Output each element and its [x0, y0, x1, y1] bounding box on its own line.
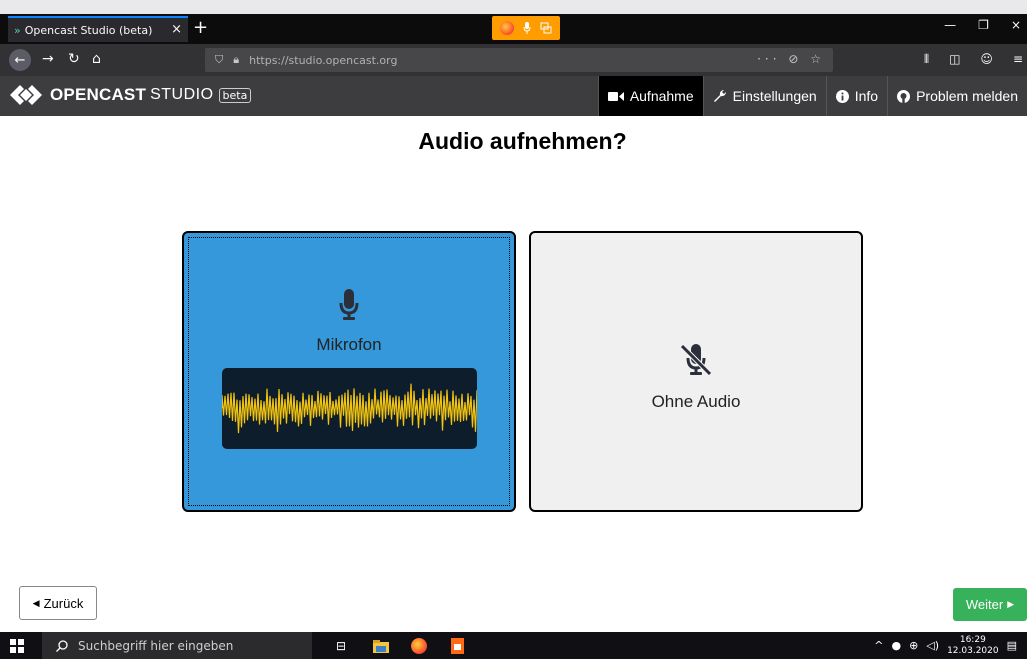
nav-problem-melden-label: Problem melden: [916, 88, 1018, 104]
app-header: OPENCAST STUDIO beta Aufnahme Einstellun…: [0, 76, 1027, 116]
page-title: Audio aufnehmen?: [418, 128, 627, 154]
tab-opencast-studio[interactable]: » Opencast Studio (beta) ×: [8, 16, 188, 42]
library-icon[interactable]: ⫴: [924, 52, 929, 67]
home-icon[interactable]: ⌂: [92, 51, 101, 67]
search-icon: [56, 639, 68, 652]
microphone-slash-icon: [680, 343, 712, 376]
next-button-label: Weiter: [965, 597, 1004, 612]
minimize-button[interactable]: —: [944, 18, 956, 32]
page-actions[interactable]: ··· ⊘ ☆: [757, 52, 825, 66]
wrench-icon: [713, 89, 726, 102]
document-app-icon[interactable]: [448, 637, 466, 655]
nav-einstellungen-label: Einstellungen: [732, 88, 817, 104]
nav-info[interactable]: Info: [825, 76, 887, 116]
menu-icon[interactable]: ≡: [1013, 52, 1023, 67]
network-icon[interactable]: ⊕: [909, 639, 918, 652]
windows-taskbar: Suchbegriff hier eingeben ⊟ ^ ● ⊕ ◁) 16:…: [0, 632, 1027, 659]
main-content: Audio aufnehmen? Mikrofon Ohne Audio ◀ Z…: [0, 116, 1027, 632]
system-tray: ^ ● ⊕ ◁) 16:29 12.03.2020 ▤: [874, 632, 1017, 659]
new-tab-button[interactable]: +: [193, 17, 208, 38]
nav-aufnahme-label: Aufnahme: [629, 88, 694, 104]
close-window-button[interactable]: ×: [1011, 18, 1021, 32]
github-icon: [897, 89, 911, 103]
tab-strip: » Opencast Studio (beta) × + — ❐ ×: [0, 14, 1027, 44]
close-tab-icon[interactable]: ×: [171, 22, 182, 37]
account-icon[interactable]: ☺: [980, 52, 993, 67]
back-button[interactable]: ◀ Zurück: [19, 586, 97, 620]
navigation-toolbar: ← → ↻ ⌂ ⛉ 🔒︎ https://studio.opencast.org…: [0, 44, 1027, 76]
logo-studio-text: STUDIO: [150, 86, 214, 103]
screen-sharing-icon: [540, 22, 552, 34]
chevron-up-icon[interactable]: ^: [874, 639, 883, 652]
logo-text: OPENCAST: [50, 85, 147, 104]
tab-title: Opencast Studio (beta): [24, 23, 153, 37]
option-mikrofon-label: Mikrofon: [316, 335, 382, 354]
next-button[interactable]: Weiter ▶: [953, 588, 1027, 621]
option-ohne-audio-label: Ohne Audio: [651, 391, 741, 411]
firefox-icon: [500, 21, 515, 35]
option-mikrofon[interactable]: Mikrofon: [182, 231, 516, 512]
back-button-label: Zurück: [43, 595, 84, 611]
caret-right-icon: ▶: [1007, 599, 1015, 609]
opencast-logo[interactable]: OPENCAST STUDIO beta: [10, 83, 252, 107]
browser-window: » Opencast Studio (beta) × + — ❐ × ← → ↻…: [0, 0, 1027, 659]
volume-icon[interactable]: ◁): [926, 639, 939, 652]
taskbar-search-placeholder: Suchbegriff hier eingeben: [78, 638, 234, 653]
opencast-logo-icon: [10, 85, 42, 105]
tab-favicon-icon: »: [14, 23, 21, 37]
file-explorer-icon[interactable]: [372, 637, 390, 655]
toolbar-right: ⫴ ◫ ☺ ≡: [924, 52, 1023, 67]
audio-waveform: [221, 368, 477, 449]
reload-icon[interactable]: ↻: [68, 51, 80, 67]
beta-badge: beta: [218, 87, 252, 103]
address-bar[interactable]: ⛉ 🔒︎ https://studio.opencast.org ··· ⊘ ☆: [205, 48, 833, 72]
caret-left-icon: ◀: [32, 597, 40, 608]
url-text[interactable]: https://studio.opencast.org: [249, 54, 397, 67]
clock-time: 16:29: [959, 634, 986, 645]
nav-aufnahme[interactable]: Aufnahme: [597, 76, 703, 116]
restore-button[interactable]: ❐: [978, 18, 989, 32]
lock-icon[interactable]: 🔒︎: [233, 53, 239, 67]
task-view-icon[interactable]: ⊟: [332, 637, 350, 655]
option-ohne-audio[interactable]: Ohne Audio: [529, 231, 863, 512]
microphone-icon: [339, 289, 359, 320]
windows-start-icon[interactable]: [10, 639, 24, 653]
firefox-taskbar-icon[interactable]: [410, 637, 428, 655]
microphone-sharing-icon: [523, 22, 531, 34]
sharing-indicator[interactable]: [492, 16, 560, 40]
clock[interactable]: 16:29 12.03.2020: [947, 635, 999, 657]
microphone-tray-icon[interactable]: ●: [891, 639, 901, 652]
nav-info-label: Info: [854, 88, 879, 104]
info-circle-icon: [835, 89, 849, 103]
app-nav: Aufnahme Einstellungen Info Problem meld…: [597, 76, 1027, 116]
nav-einstellungen[interactable]: Einstellungen: [702, 76, 826, 116]
nav-problem-melden[interactable]: Problem melden: [887, 76, 1027, 116]
video-camera-icon: [607, 91, 624, 101]
forward-arrow-icon[interactable]: →: [42, 51, 54, 67]
notifications-icon[interactable]: ▤: [1007, 639, 1017, 652]
back-arrow-icon[interactable]: ←: [9, 49, 31, 71]
window-controls: — ❐ ×: [944, 18, 1021, 32]
taskbar-search[interactable]: Suchbegriff hier eingeben: [42, 632, 312, 659]
clock-date: 12.03.2020: [947, 645, 999, 656]
waveform-line: [221, 383, 477, 434]
sidebar-icon[interactable]: ◫: [949, 52, 960, 67]
shield-icon[interactable]: ⛉: [215, 53, 223, 67]
